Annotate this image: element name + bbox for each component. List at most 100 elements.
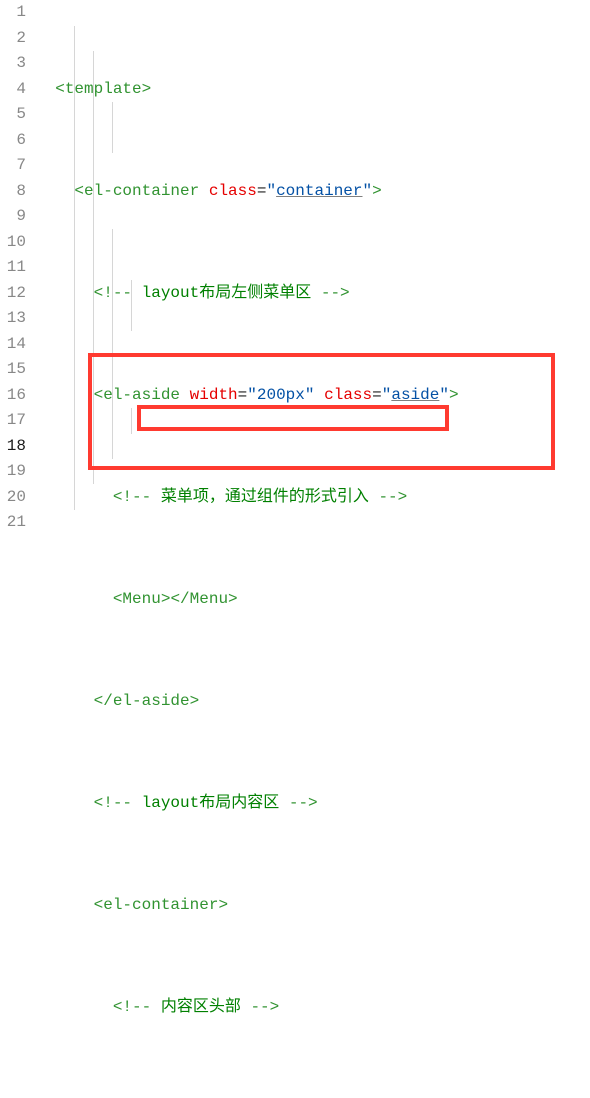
tag-name: Menu [190,590,228,608]
space [199,182,209,200]
comment-text: 菜单项，通过组件的形式引入 [161,488,379,506]
tag-name: template [65,80,142,98]
quote: " [439,386,449,404]
line-number: 6 [0,128,26,154]
line-number: 7 [0,153,26,179]
line-number: 9 [0,204,26,230]
line-number: 3 [0,51,26,77]
comment-close: --> [378,488,407,506]
code-area[interactable]: <template> <el-container class="containe… [36,0,590,1098]
bracket: < [113,590,123,608]
code-line[interactable]: <!-- 菜单项，通过组件的形式引入 --> [36,485,590,511]
code-line[interactable]: <Menu></Menu> [36,587,590,613]
comment-text: layout [142,284,200,302]
quote: " [247,386,257,404]
comment-close: --> [289,794,318,812]
tag-name: el-aside [103,386,180,404]
attr-value: 200px [257,386,305,404]
bracket: > [161,590,171,608]
indent-guide [74,26,75,510]
bracket: > [228,590,238,608]
space [151,998,161,1016]
comment-text: layout [142,794,200,812]
attr-name: width [190,386,238,404]
line-number: 8 [0,179,26,205]
comment-text: 布局内容区 [199,794,289,812]
quote: " [305,386,315,404]
indent-guide [131,280,132,331]
code-line[interactable]: <el-container> [36,893,590,919]
quote: " [266,182,276,200]
attr-name: class [324,386,372,404]
line-number: 13 [0,306,26,332]
bracket: > [190,692,200,710]
bracket: < [94,896,104,914]
indent [36,182,74,200]
comment-close: --> [250,998,279,1016]
code-line[interactable]: <!-- 内容区头部 --> [36,995,590,1021]
bracket: </ [94,692,113,710]
line-number: 18 [0,434,26,460]
indent [36,80,55,98]
indent-guide [112,229,113,459]
line-number: 16 [0,383,26,409]
space [132,284,142,302]
quote: " [382,386,392,404]
attr-name: class [209,182,257,200]
bracket: </ [170,590,189,608]
space [132,794,142,812]
tag-name: Menu [122,590,160,608]
comment-open: <!-- [113,488,151,506]
attr-value: aside [391,386,439,404]
indent [36,692,94,710]
line-number: 14 [0,332,26,358]
line-number: 15 [0,357,26,383]
code-line[interactable]: <!-- layout布局左侧菜单区 --> [36,281,590,307]
comment-text: 布局左侧菜单区 [199,284,321,302]
comment-open: <!-- [94,794,132,812]
line-number: 5 [0,102,26,128]
tag-name: el-aside [113,692,190,710]
indent [36,998,113,1016]
code-line[interactable]: <el-aside width="200px" class="aside"> [36,383,590,409]
indent-guide [131,408,132,434]
attr-value: container [276,182,362,200]
comment-open: <!-- [113,998,151,1016]
indent [36,284,94,302]
line-number: 20 [0,485,26,511]
equals: = [238,386,248,404]
tag-name: el-container [103,896,218,914]
line-number: 12 [0,281,26,307]
line-number: 2 [0,26,26,52]
bracket: > [218,896,228,914]
space [315,386,325,404]
line-number: 17 [0,408,26,434]
code-line[interactable]: </el-aside> [36,689,590,715]
indent-guide [93,51,94,484]
code-line[interactable]: <template> [36,77,590,103]
space [180,386,190,404]
code-line[interactable]: <!-- layout布局内容区 --> [36,791,590,817]
line-number: 11 [0,255,26,281]
bracket: > [142,80,152,98]
indent [36,590,113,608]
comment-close: --> [321,284,350,302]
bracket: < [74,182,84,200]
bracket: < [94,386,104,404]
line-number: 19 [0,459,26,485]
code-line[interactable]: <el-header class="header"> [36,1097,590,1098]
equals: = [372,386,382,404]
tag-name: el-container [84,182,199,200]
code-line[interactable]: <el-container class="container"> [36,179,590,205]
bracket: > [449,386,459,404]
line-number: 4 [0,77,26,103]
indent-guide [112,102,113,153]
line-number: 10 [0,230,26,256]
line-number: 1 [0,0,26,26]
indent [36,896,94,914]
indent [36,386,94,404]
indent [36,794,94,812]
comment-text: 内容区头部 [161,998,251,1016]
space [151,488,161,506]
line-number-gutter: 1 2 3 4 5 6 7 8 9 10 11 12 13 14 15 16 1… [0,0,36,1098]
